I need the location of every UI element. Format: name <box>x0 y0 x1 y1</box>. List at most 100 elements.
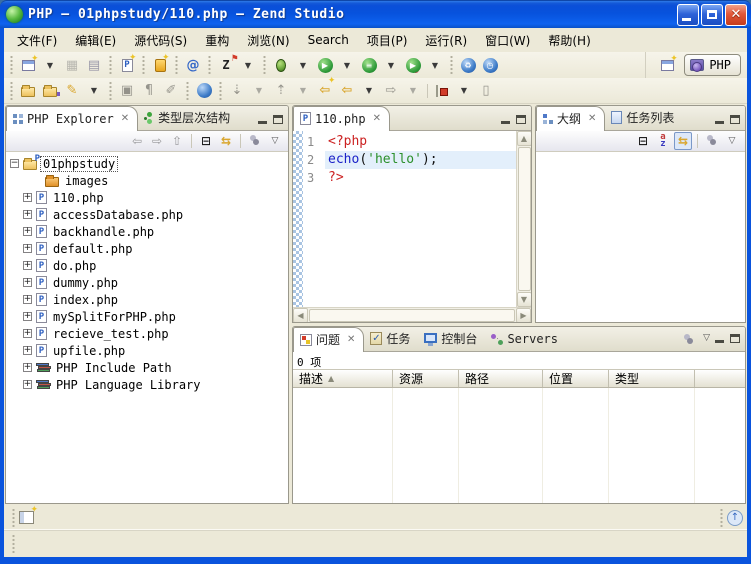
menu-window[interactable]: 窗口(W) <box>476 29 539 52</box>
toolbar-drag-handle[interactable] <box>141 56 146 74</box>
view-maximize-icon[interactable] <box>730 333 740 343</box>
run-dropdown[interactable]: ▼ <box>337 54 357 76</box>
trim-drag-handle[interactable] <box>719 508 724 527</box>
code-area[interactable]: <?php echo('hello'); ?> <box>325 131 516 307</box>
tree-item-php-file[interactable]: + P default.php <box>10 240 288 257</box>
maximize-button[interactable] <box>701 3 723 26</box>
scroll-up-icon[interactable]: ▲ <box>516 131 531 146</box>
tab-close-icon[interactable]: ✕ <box>347 334 355 345</box>
tree-item-php-file[interactable]: + P 110.php <box>10 189 288 206</box>
menu-edit[interactable]: 编辑(E) <box>66 29 125 52</box>
bottom-view-menu[interactable]: ▽ <box>703 333 710 343</box>
toggle-breakpoint-button[interactable] <box>432 80 452 102</box>
new-php-element-button[interactable] <box>150 53 170 76</box>
minimize-button[interactable] <box>677 3 699 26</box>
trim-drag-handle[interactable] <box>11 508 16 527</box>
zend-debug-dropdown[interactable]: ▼ <box>238 54 258 76</box>
cron-view-button[interactable]: ◷ <box>480 54 500 76</box>
menu-source[interactable]: 源代码(S) <box>125 29 196 52</box>
view-minimize-icon[interactable] <box>258 115 268 124</box>
php-search-button[interactable]: @ <box>183 54 203 76</box>
tree-item-php-file[interactable]: + P dummy.php <box>10 274 288 291</box>
column-header-type[interactable]: 类型 <box>609 370 695 387</box>
expand-expander[interactable]: + <box>23 295 32 304</box>
profile-dropdown[interactable]: ▼ <box>425 54 445 76</box>
tab-close-icon[interactable]: ✕ <box>588 113 596 124</box>
last-edit-location-button[interactable]: ⇦ <box>315 77 336 102</box>
tree-item-language-library[interactable]: + PHP Language Library <box>10 376 288 393</box>
forward-dropdown[interactable]: ▼ <box>403 80 423 102</box>
toolbar-drag-handle[interactable] <box>185 81 190 100</box>
tab-tasks[interactable]: ✓ 任务 <box>364 327 418 351</box>
explorer-back-button[interactable]: ⇦ <box>128 132 146 150</box>
outline-collapse-all-button[interactable]: ⊟ <box>634 132 652 150</box>
titlebar[interactable]: PHP — 01phpstudy/110.php — Zend Studio ✕ <box>0 0 751 28</box>
expand-expander[interactable]: + <box>23 380 32 389</box>
expand-expander[interactable]: + <box>23 193 32 202</box>
tab-close-icon[interactable]: ✕ <box>373 113 381 124</box>
expand-expander[interactable]: + <box>23 329 32 338</box>
zend-debug-button[interactable]: Z <box>216 54 238 76</box>
outline-menu-button[interactable] <box>703 132 721 150</box>
tree-item-php-file[interactable]: + P index.php <box>10 291 288 308</box>
run-history-dropdown[interactable]: ▼ <box>381 54 401 76</box>
mark-occurrences-dropdown[interactable]: ▼ <box>84 80 104 102</box>
open-file-button[interactable] <box>18 80 38 102</box>
explorer-menu-button[interactable] <box>246 132 264 150</box>
save-button[interactable]: ▦ <box>62 54 82 76</box>
expand-expander[interactable]: + <box>23 244 32 253</box>
next-annotation-dropdown[interactable]: ▼ <box>249 80 269 102</box>
view-maximize-icon[interactable] <box>273 115 283 124</box>
show-whitespace-button[interactable]: ¶ <box>139 80 159 102</box>
forward-button[interactable]: ⇨ <box>381 80 401 102</box>
view-minimize-icon[interactable] <box>715 334 725 343</box>
debug-button[interactable] <box>271 54 291 76</box>
explorer-up-button[interactable]: ⇧ <box>168 132 186 150</box>
collapse-all-button[interactable]: ⊟ <box>197 132 215 150</box>
expand-expander[interactable]: + <box>23 261 32 270</box>
menu-run[interactable]: 运行(R) <box>416 29 476 52</box>
menu-file[interactable]: 文件(F) <box>8 29 66 52</box>
view-minimize-icon[interactable] <box>501 115 511 124</box>
tab-console[interactable]: 控制台 <box>418 327 485 351</box>
expand-expander[interactable]: + <box>23 312 32 321</box>
progress-up-arrow-icon[interactable]: ↑ <box>727 509 743 526</box>
open-browser-button[interactable] <box>194 80 214 102</box>
scroll-down-icon[interactable]: ▼ <box>516 292 531 307</box>
edit-mode-button[interactable]: ✐ <box>161 80 181 102</box>
toolbar-drag-handle[interactable] <box>262 56 267 74</box>
open-php-resource-button[interactable] <box>40 80 60 102</box>
tree-item-php-file[interactable]: + P mySplitForPHP.php <box>10 308 288 325</box>
tree-item-include-path[interactable]: + PHP Include Path <box>10 359 288 376</box>
view-maximize-icon[interactable] <box>730 115 740 124</box>
menu-project[interactable]: 项目(P) <box>358 29 417 52</box>
toolbar-drag-handle[interactable] <box>9 56 14 74</box>
tree-item-php-file[interactable]: + P backhandle.php <box>10 223 288 240</box>
new-php-file-button[interactable]: P <box>117 53 137 76</box>
tree-item-php-file[interactable]: + P recieve_test.php <box>10 325 288 342</box>
tree-item-php-file[interactable]: + P accessDatabase.php <box>10 206 288 223</box>
column-header-description[interactable]: 描述 ▲ <box>293 370 393 387</box>
tab-task-list[interactable]: 任务列表 <box>605 106 682 130</box>
next-annotation-button[interactable]: ⇣ <box>227 80 247 102</box>
explorer-view-menu[interactable]: ▽ <box>266 132 284 150</box>
expand-expander[interactable]: + <box>23 363 32 372</box>
menu-refactor[interactable]: 重构 <box>196 29 238 52</box>
prev-annotation-button[interactable]: ⇡ <box>271 80 291 102</box>
view-maximize-icon[interactable] <box>516 115 526 124</box>
collapse-expander[interactable]: − <box>10 159 19 168</box>
toolbar-drag-handle[interactable] <box>9 81 14 100</box>
run-button[interactable]: ▶ <box>315 54 335 76</box>
column-header-location[interactable]: 位置 <box>543 370 609 387</box>
expand-expander[interactable]: + <box>23 227 32 236</box>
tab-type-hierarchy[interactable]: 类型层次结构 <box>138 106 238 130</box>
prev-annotation-dropdown[interactable]: ▼ <box>293 80 313 102</box>
toolbar-drag-handle[interactable] <box>218 81 223 100</box>
editor-vertical-scrollbar[interactable]: ▲ ▼ <box>516 131 531 307</box>
mark-occurrences-button[interactable]: ✎ <box>62 80 82 102</box>
bottom-menu-button[interactable] <box>680 331 698 349</box>
scroll-right-icon[interactable]: ▶ <box>516 307 531 322</box>
external-file-button[interactable]: ▯ <box>476 80 496 102</box>
link-with-editor-button[interactable]: ⇆ <box>217 132 235 150</box>
tab-problems[interactable]: 问题 ✕ <box>293 327 365 352</box>
